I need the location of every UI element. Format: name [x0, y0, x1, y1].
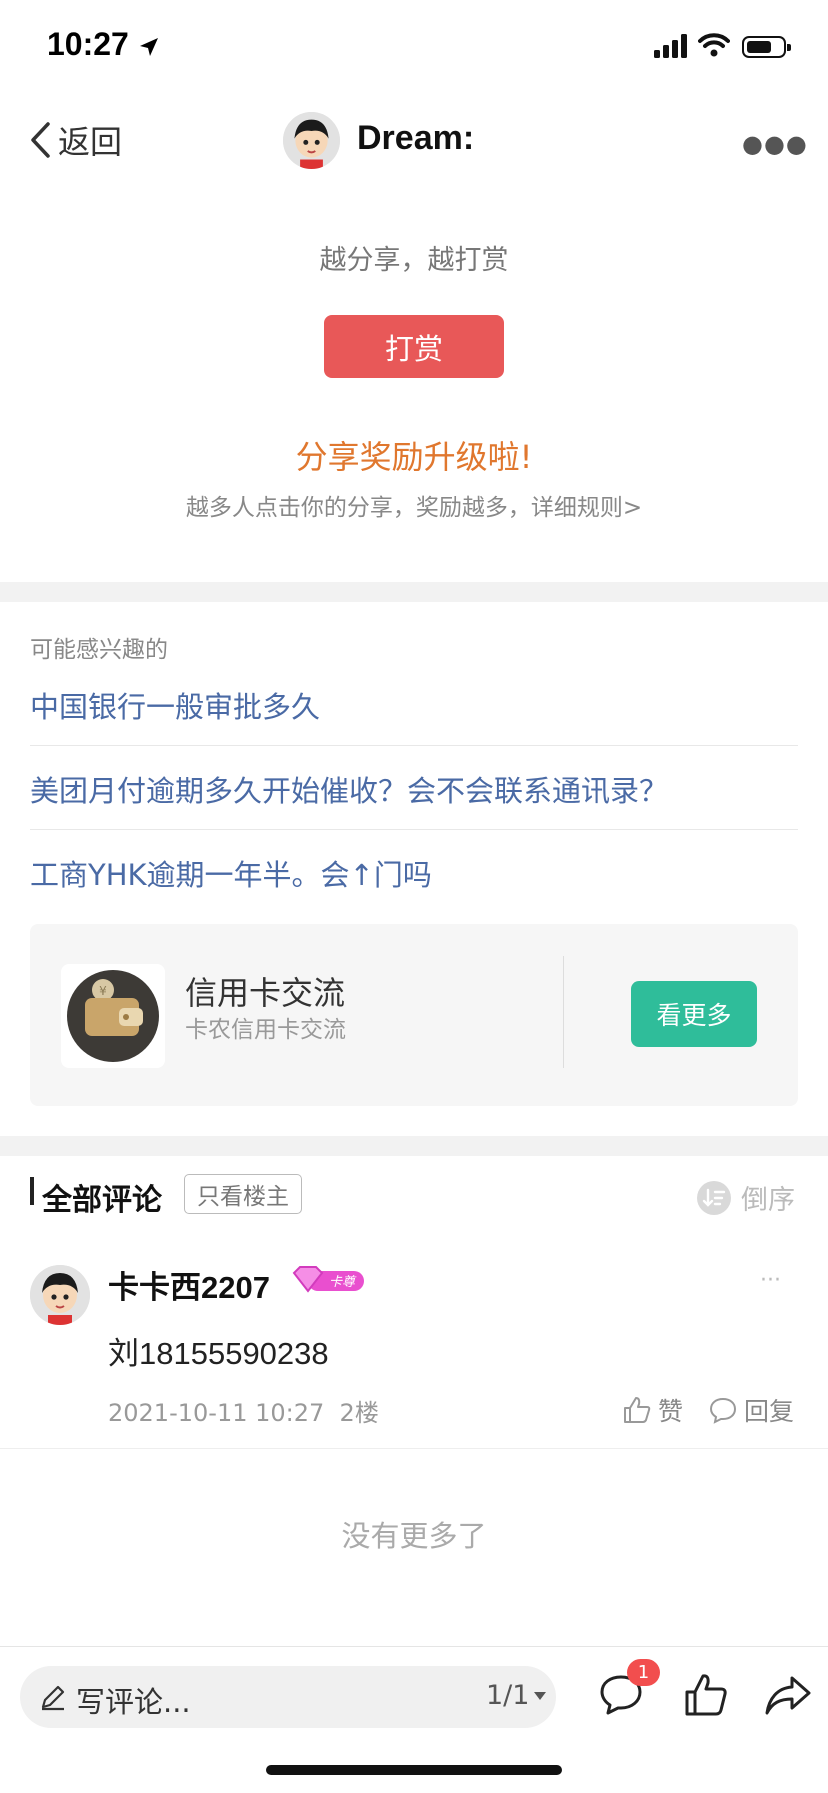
faded-article-text	[28, 168, 798, 188]
signal-icon	[654, 34, 687, 58]
no-more-text: 没有更多了	[341, 1519, 487, 1553]
sort-toggle[interactable]: 倒序	[697, 1178, 795, 1217]
more-icon[interactable]: ●●●	[742, 130, 808, 158]
page-indicator: 1/1	[486, 1680, 530, 1711]
related-link[interactable]: 工商YHK逾期一年半。会↑门吗	[30, 852, 798, 894]
interest-title: 可能感兴趣的	[30, 637, 168, 663]
comment-count-badge: 1	[627, 1659, 660, 1686]
card-divider	[563, 956, 564, 1068]
page-selector[interactable]: 1/1	[486, 1680, 547, 1711]
caret-down-icon	[534, 1691, 547, 1700]
divider	[30, 745, 798, 746]
commenter-avatar[interactable]	[30, 1265, 90, 1325]
commenter-name[interactable]: 卡卡西2207	[108, 1262, 270, 1307]
comment-icon	[709, 1397, 737, 1424]
vip-badge-text: 卡尊	[329, 1275, 357, 1290]
svg-text:¥: ¥	[99, 984, 107, 998]
comments-title-marker	[30, 1177, 34, 1205]
sort-icon	[697, 1180, 731, 1215]
battery-icon	[742, 36, 791, 58]
author-avatar[interactable]	[283, 112, 340, 169]
like-button[interactable]: 赞	[622, 1392, 683, 1428]
rules-link[interactable]: 越多人点击你的分享，奖励越多，详细规则>	[0, 488, 828, 522]
status-time: 10:27	[47, 26, 129, 62]
share-icon[interactable]	[764, 1672, 812, 1718]
related-link[interactable]: 中国银行一般审批多久	[30, 684, 798, 726]
upgrade-title: 分享奖励升级啦!	[295, 438, 533, 476]
home-indicator	[266, 1765, 562, 1775]
location-arrow-icon	[140, 38, 158, 56]
section-divider	[0, 1136, 828, 1156]
comment-more-icon[interactable]: ···	[760, 1268, 781, 1293]
comment-floor: 2楼	[339, 1399, 379, 1427]
comment-meta: 2021-10-11 10:27 2楼	[108, 1393, 379, 1428]
wallet-icon: ¥	[67, 970, 159, 1062]
reply-label: 回复	[744, 1397, 795, 1426]
community-title: 信用卡交流	[185, 974, 346, 1012]
owner-only-button[interactable]: 只看楼主	[184, 1174, 302, 1214]
vip-badge: 卡尊	[290, 1265, 366, 1299]
back-chevron-icon	[31, 122, 50, 158]
pencil-icon	[41, 1685, 65, 1711]
see-more-button[interactable]: 看更多	[631, 981, 757, 1047]
comment-input-placeholder[interactable]: 写评论...	[76, 1679, 191, 1721]
section-divider	[0, 582, 828, 602]
comment-date: 2021-10-11 10:27	[108, 1399, 325, 1427]
reply-button[interactable]: 回复	[708, 1392, 794, 1428]
divider	[0, 1448, 828, 1449]
thumb-up-icon	[624, 1397, 651, 1423]
related-link[interactable]: 美团月付逾期多久开始催收？会不会联系通讯录？	[30, 768, 798, 810]
divider	[30, 829, 798, 830]
share-slogan: 越分享，越打赏	[319, 245, 509, 276]
like-label: 赞	[658, 1397, 684, 1426]
back-label: 返回	[58, 123, 123, 161]
community-icon-box: ¥	[61, 964, 165, 1068]
author-name[interactable]: Dream:	[357, 119, 474, 158]
sort-label: 倒序	[741, 1185, 795, 1216]
thumb-up-icon[interactable]	[684, 1672, 728, 1718]
comments-title: 全部评论	[42, 1183, 162, 1218]
wifi-icon	[698, 33, 730, 57]
comment-text: 刘18155590238	[108, 1336, 329, 1371]
back-button[interactable]: 返回	[28, 117, 122, 163]
community-subtitle: 卡农信用卡交流	[185, 1017, 346, 1043]
reward-button[interactable]: 打赏	[324, 315, 504, 378]
